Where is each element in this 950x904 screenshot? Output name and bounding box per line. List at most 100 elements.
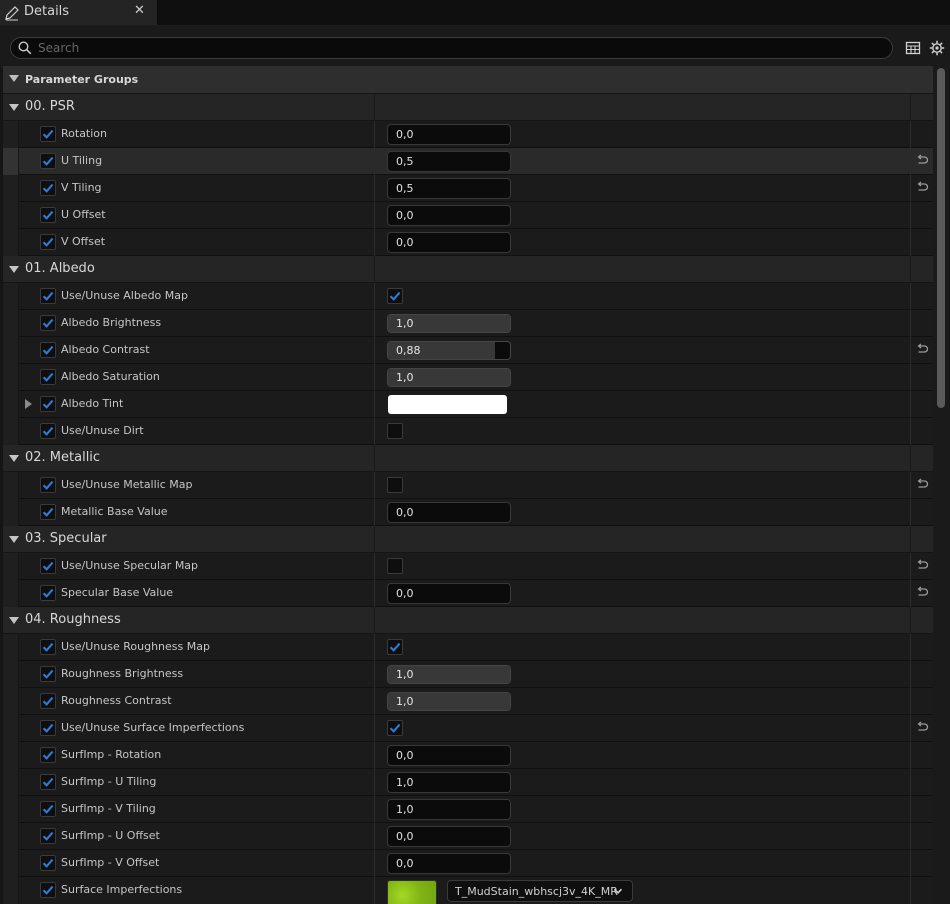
- reset-to-default-icon[interactable]: [915, 343, 929, 357]
- chevron-down-icon[interactable]: [9, 104, 19, 111]
- column-divider: [374, 94, 375, 121]
- surfimp-rotation-value-field[interactable]: 0,0: [387, 745, 511, 766]
- close-icon[interactable]: ✕: [134, 3, 145, 18]
- table-icon[interactable]: [905, 40, 921, 56]
- tab-details[interactable]: Details ✕: [0, 0, 158, 25]
- override-checkbox[interactable]: [40, 234, 56, 250]
- category-03-specular[interactable]: 03. Specular: [3, 526, 933, 553]
- override-checkbox[interactable]: [40, 720, 56, 736]
- column-divider: [374, 364, 375, 391]
- override-checkbox[interactable]: [40, 666, 56, 682]
- row-indent: [3, 580, 19, 607]
- category-01-albedo[interactable]: 01. Albedo: [3, 256, 933, 283]
- albedo-tint-color-swatch[interactable]: [388, 395, 507, 414]
- u-offset-value-field[interactable]: 0,0: [387, 205, 511, 226]
- override-checkbox[interactable]: [40, 558, 56, 574]
- property-name: Use/Unuse Albedo Map: [61, 289, 188, 302]
- override-checkbox[interactable]: [40, 423, 56, 439]
- surfimp-v-tiling-value-field[interactable]: 1,0: [387, 799, 511, 820]
- column-divider: [910, 418, 911, 445]
- column-divider: [910, 94, 911, 121]
- roughness-brightness-slider[interactable]: 1,0: [387, 665, 511, 684]
- search-input[interactable]: [38, 40, 878, 56]
- use-unuse-metallic-map-checkbox[interactable]: [387, 477, 403, 493]
- reset-to-default-icon[interactable]: [915, 721, 929, 735]
- override-checkbox[interactable]: [40, 207, 56, 223]
- reset-to-default-icon[interactable]: [915, 181, 929, 195]
- u-tiling-value-field[interactable]: 0,5: [387, 151, 511, 172]
- reset-to-default-icon[interactable]: [915, 478, 929, 492]
- search-box[interactable]: [10, 37, 893, 59]
- override-checkbox[interactable]: [40, 747, 56, 763]
- texture-asset-picker[interactable]: T_MudStain_wbhscj3v_4K_MR: [447, 880, 633, 902]
- albedo-saturation-slider[interactable]: 1,0: [387, 368, 511, 387]
- use-unuse-specular-map-checkbox[interactable]: [387, 558, 403, 574]
- use-unuse-surface-imperfections-checkbox[interactable]: [387, 720, 403, 736]
- override-checkbox[interactable]: [40, 801, 56, 817]
- chevron-down-icon: [612, 885, 624, 897]
- albedo-contrast-slider[interactable]: 0,88: [387, 341, 511, 360]
- override-checkbox[interactable]: [40, 504, 56, 520]
- chevron-down-icon[interactable]: [9, 75, 19, 82]
- property-name: Surface Imperfections: [61, 883, 183, 896]
- column-divider: [374, 823, 375, 850]
- override-checkbox[interactable]: [40, 855, 56, 871]
- surfimp-v-offset-value-field[interactable]: 0,0: [387, 853, 511, 874]
- override-checkbox[interactable]: [40, 342, 56, 358]
- reset-to-default-icon[interactable]: [915, 586, 929, 600]
- texture-thumbnail[interactable]: [387, 880, 437, 904]
- override-checkbox[interactable]: [40, 126, 56, 142]
- override-checkbox[interactable]: [40, 396, 56, 412]
- surfimp-u-offset-value-field[interactable]: 0,0: [387, 826, 511, 847]
- override-checkbox[interactable]: [40, 477, 56, 493]
- specular-base-value-value-field[interactable]: 0,0: [387, 583, 511, 604]
- row-indent: [3, 364, 19, 391]
- chevron-down-icon[interactable]: [9, 536, 19, 543]
- use-unuse-albedo-map-checkbox[interactable]: [387, 288, 403, 304]
- override-checkbox[interactable]: [40, 693, 56, 709]
- category-00-psr[interactable]: 00. PSR: [3, 94, 933, 121]
- column-divider: [910, 553, 911, 580]
- reset-to-default-icon[interactable]: [915, 154, 929, 168]
- override-checkbox[interactable]: [40, 288, 56, 304]
- override-checkbox[interactable]: [40, 882, 56, 898]
- category-04-roughness[interactable]: 04. Roughness: [3, 607, 933, 634]
- override-checkbox[interactable]: [40, 585, 56, 601]
- albedo-brightness-slider[interactable]: 1,0: [387, 314, 511, 333]
- row-indent: [3, 121, 19, 148]
- override-checkbox[interactable]: [40, 774, 56, 790]
- chevron-down-icon[interactable]: [9, 266, 19, 273]
- row-indent: [3, 877, 19, 904]
- use-unuse-dirt-checkbox[interactable]: [387, 423, 403, 439]
- parameter-groups-header[interactable]: Parameter Groups: [3, 66, 933, 94]
- rotation-value-field[interactable]: 0,0: [387, 124, 511, 145]
- column-divider: [374, 796, 375, 823]
- category-02-metallic[interactable]: 02. Metallic: [3, 445, 933, 472]
- v-offset-value-field[interactable]: 0,0: [387, 232, 511, 253]
- property-row-roughness-brightness: Roughness Brightness 1,0: [3, 661, 933, 688]
- scrollbar-thumb[interactable]: [937, 68, 945, 408]
- property-row-v-tiling: V Tiling 0,5: [3, 175, 933, 202]
- gear-icon[interactable]: [929, 40, 945, 56]
- roughness-contrast-slider[interactable]: 1,0: [387, 692, 511, 711]
- chevron-down-icon[interactable]: [9, 455, 19, 462]
- override-checkbox[interactable]: [40, 639, 56, 655]
- surfimp-u-tiling-value-field[interactable]: 1,0: [387, 772, 511, 793]
- reset-to-default-icon[interactable]: [915, 559, 929, 573]
- property-row-surfimp-v-offset: SurfImp - V Offset 0,0: [3, 850, 933, 877]
- use-unuse-roughness-map-checkbox[interactable]: [387, 639, 403, 655]
- column-divider: [910, 202, 911, 229]
- chevron-right-icon[interactable]: [25, 399, 32, 409]
- override-checkbox[interactable]: [40, 369, 56, 385]
- chevron-down-icon[interactable]: [9, 617, 19, 624]
- slider-value: 1,0: [396, 317, 414, 330]
- override-checkbox[interactable]: [40, 180, 56, 196]
- column-divider: [374, 445, 375, 472]
- metallic-base-value-value-field[interactable]: 0,0: [387, 502, 511, 523]
- row-indent: [3, 823, 19, 850]
- override-checkbox[interactable]: [40, 828, 56, 844]
- override-checkbox[interactable]: [40, 315, 56, 331]
- property-name: SurfImp - V Offset: [61, 856, 160, 869]
- override-checkbox[interactable]: [40, 153, 56, 169]
- v-tiling-value-field[interactable]: 0,5: [387, 178, 511, 199]
